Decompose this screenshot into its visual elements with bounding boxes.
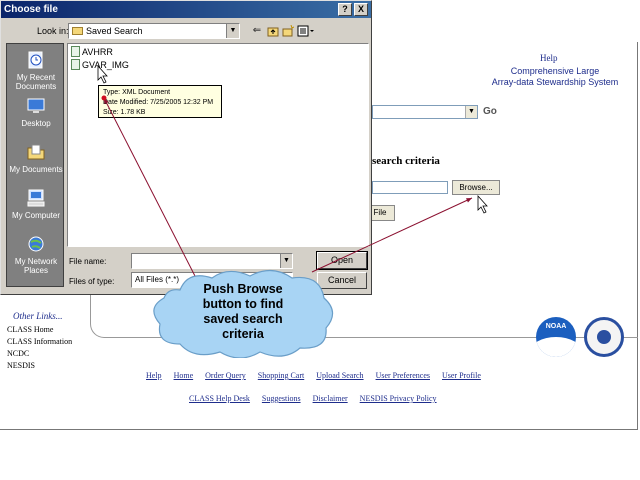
file-tooltip: Type: XML Document Date Modified: 7/25/2… xyxy=(98,85,222,118)
place-my-documents[interactable]: My Documents xyxy=(7,142,65,174)
my-computer-icon xyxy=(27,189,45,207)
search-criteria-heading: search criteria xyxy=(372,155,440,167)
browse-button[interactable]: Browse... xyxy=(452,180,500,195)
place-my-recent-documents[interactable]: My Recent Documents xyxy=(7,50,65,91)
recent-documents-icon xyxy=(28,51,43,69)
dialog-title: Choose file xyxy=(4,4,58,15)
file-name-label: File name: xyxy=(69,257,107,266)
help-link[interactable]: Help xyxy=(540,53,558,63)
nav-class-help-desk[interactable]: CLASS Help Desk xyxy=(189,394,250,403)
xml-document-icon xyxy=(71,59,80,70)
xml-document-icon xyxy=(71,46,80,57)
new-folder-icon[interactable] xyxy=(282,24,295,37)
place-my-computer[interactable]: My Computer xyxy=(7,188,65,220)
query-select[interactable]: ▼ xyxy=(372,105,478,119)
cancel-button[interactable]: Cancel xyxy=(317,272,367,289)
look-in-select[interactable]: Saved Search ▼ xyxy=(68,23,240,39)
site-title-line1: Comprehensive Large xyxy=(510,66,600,76)
tooltip-date: Date Modified: 7/25/2005 12:32 PM xyxy=(103,99,214,106)
look-in-label: Look in: xyxy=(37,26,69,36)
chevron-down-icon: ▼ xyxy=(226,24,239,38)
place-desktop[interactable]: Desktop xyxy=(7,96,65,128)
place-my-network-places[interactable]: My Network Places xyxy=(7,234,65,275)
nav-user-preferences[interactable]: User Preferences xyxy=(376,371,430,380)
nav-home[interactable]: Home xyxy=(174,371,194,380)
close-title-button[interactable]: X xyxy=(354,3,368,16)
view-menu-icon[interactable] xyxy=(297,25,315,37)
file-item[interactable]: AVHRR xyxy=(71,46,113,58)
back-arrow-icon[interactable]: ⇐ xyxy=(251,25,263,37)
other-links-heading: Other Links... xyxy=(13,311,63,321)
primary-nav: Help Home Order Query Shopping Cart Uplo… xyxy=(146,371,491,380)
commerce-seal-logo xyxy=(584,317,624,357)
other-link-class-home[interactable]: CLASS Home xyxy=(7,324,72,336)
go-button[interactable]: Go xyxy=(483,106,497,117)
file-item[interactable]: GVAR_IMG xyxy=(71,59,129,71)
tooltip-size: Size: 1.78 KB xyxy=(103,109,146,116)
other-link-nesdis[interactable]: NESDIS xyxy=(7,360,72,372)
noaa-logo: NOAA xyxy=(536,317,576,357)
nav-privacy-policy[interactable]: NESDIS Privacy Policy xyxy=(360,394,437,403)
tooltip-type: Type: XML Document xyxy=(103,89,171,96)
places-bar: My Recent Documents Desktop My Documents… xyxy=(6,43,64,287)
noaa-logo-text: NOAA xyxy=(545,323,567,330)
nav-user-profile[interactable]: User Profile xyxy=(442,371,481,380)
nav-shopping-cart[interactable]: Shopping Cart xyxy=(258,371,304,380)
nav-order-query[interactable]: Order Query xyxy=(205,371,246,380)
dialog-title-bar[interactable]: Choose file xyxy=(1,1,371,18)
files-of-type-select[interactable]: All Files (*.*) xyxy=(131,272,293,288)
other-link-ncdc[interactable]: NCDC xyxy=(7,348,72,360)
desktop-icon xyxy=(27,98,45,113)
file-list[interactable]: AVHRR GVAR_IMG xyxy=(67,43,369,247)
criteria-file-input[interactable] xyxy=(372,181,448,194)
open-button[interactable]: Open xyxy=(316,251,368,270)
chevron-down-icon: ▼ xyxy=(280,254,292,268)
nav-upload-search[interactable]: Upload Search xyxy=(316,371,363,380)
nav-disclaimer[interactable]: Disclaimer xyxy=(313,394,348,403)
folder-icon xyxy=(72,27,83,35)
other-link-class-information[interactable]: CLASS Information xyxy=(7,336,72,348)
chevron-down-icon: ▼ xyxy=(465,106,477,118)
file-name-input[interactable]: ▼ xyxy=(131,253,293,269)
look-in-value: Saved Search xyxy=(86,26,143,36)
secondary-nav: CLASS Help Desk Suggestions Disclaimer N… xyxy=(189,394,447,403)
files-of-type-label: Files of type: xyxy=(69,277,115,286)
other-links: Other Links... CLASS Home CLASS Informat… xyxy=(7,310,72,372)
choose-file-dialog: Choose file ? X Look in: Saved Search ▼ … xyxy=(0,0,372,295)
network-places-icon xyxy=(28,236,44,252)
help-title-button[interactable]: ? xyxy=(338,3,352,16)
my-documents-icon xyxy=(27,144,45,160)
site-title: Comprehensive Large Array-data Stewardsh… xyxy=(480,66,630,88)
site-title-line2: Array-data Stewardship System xyxy=(491,77,619,87)
nav-suggestions[interactable]: Suggestions xyxy=(262,394,301,403)
up-folder-icon[interactable] xyxy=(267,25,279,37)
nav-help[interactable]: Help xyxy=(146,371,162,380)
